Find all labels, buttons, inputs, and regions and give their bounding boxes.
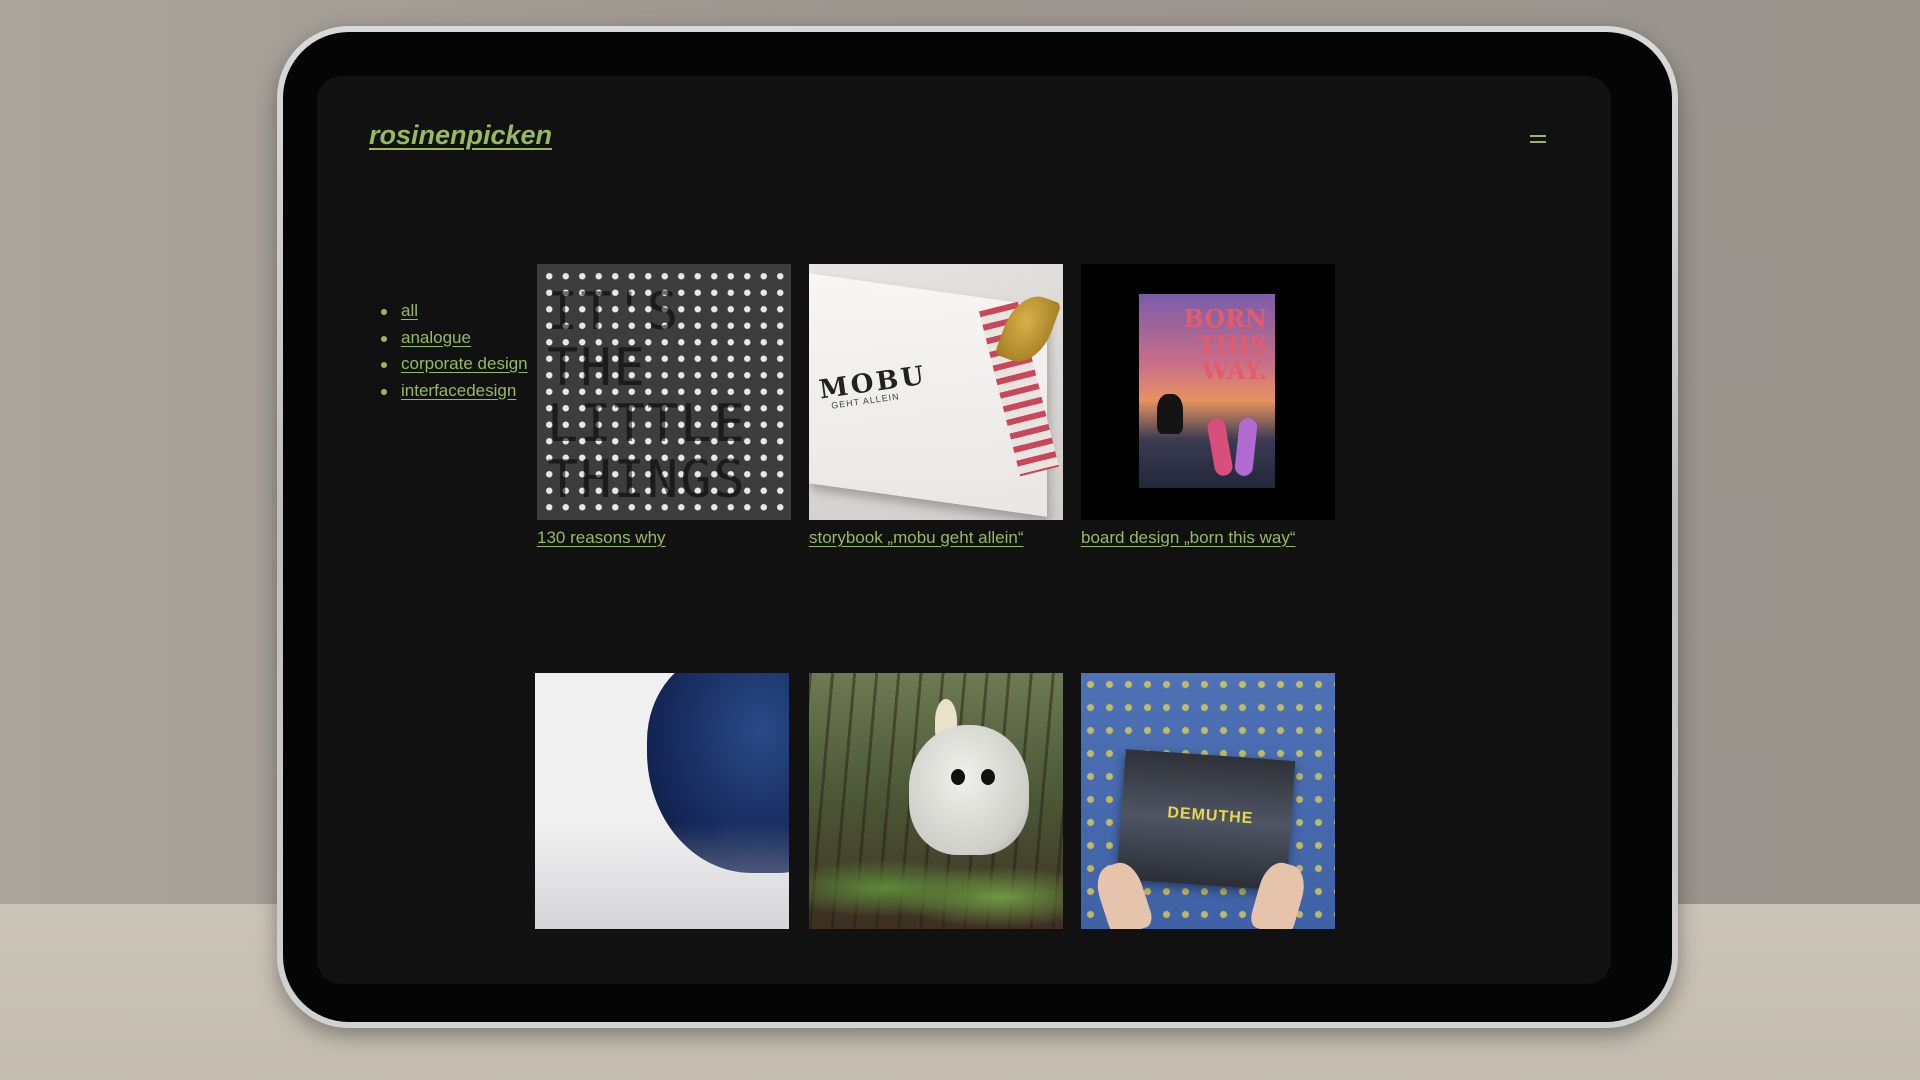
plush-toy <box>909 725 1029 855</box>
held-poster-title: DEMUTHE <box>1166 804 1254 828</box>
filter-link-interfacedesign[interactable]: interfacedesign <box>401 381 516 400</box>
filter-item-interfacedesign: interfacedesign <box>379 378 528 405</box>
hamburger-menu-icon[interactable] <box>1529 132 1547 146</box>
skateboard-shape <box>1206 416 1234 478</box>
project-card-4 <box>535 673 789 929</box>
project-thumbnail[interactable]: DEMUTHE <box>1081 673 1335 929</box>
shade-overlay <box>535 823 789 929</box>
project-card-130-reasons-why: IT'S THE LITTLE THINGS 130 reasons why <box>537 264 791 548</box>
site-logo[interactable]: rosinenpicken <box>369 120 552 151</box>
filter-link-all[interactable]: all <box>401 301 418 320</box>
bullet-icon <box>381 309 387 315</box>
poster-image: BORN THIS WAY. <box>1139 294 1275 488</box>
thumbnail-ghost-text: IT'S THE LITTLE THINGS <box>547 282 747 510</box>
plush-eye <box>951 769 965 785</box>
bullet-icon <box>381 335 387 342</box>
project-card-6: DEMUTHE <box>1081 673 1335 929</box>
project-card-storybook-mobu: MOBU GEHT ALLEIN storybook „mobu geht al… <box>809 264 1063 548</box>
bullet-icon <box>381 362 387 368</box>
poster-title: BORN THIS WAY. <box>1183 304 1267 385</box>
tablet-bezel: rosinenpicken all analogue corporate des… <box>283 32 1672 1022</box>
project-thumbnail[interactable] <box>535 673 789 929</box>
category-filter-list: all analogue corporate design interfaced… <box>379 298 528 404</box>
menu-line-top <box>1530 135 1546 137</box>
project-card-5 <box>809 673 1063 929</box>
project-link[interactable]: storybook „mobu geht allein“ <box>809 528 1063 548</box>
screen: rosinenpicken all analogue corporate des… <box>317 76 1611 984</box>
skater-silhouette <box>1157 394 1183 434</box>
filter-link-corporate-design[interactable]: corporate design <box>401 354 528 373</box>
filter-item-all: all <box>379 298 528 325</box>
bullet-icon <box>381 388 387 395</box>
menu-line-bottom <box>1530 141 1546 143</box>
foliage <box>809 843 1063 929</box>
project-thumbnail[interactable]: MOBU GEHT ALLEIN <box>809 264 1063 520</box>
project-thumbnail[interactable]: BORN THIS WAY. <box>1081 264 1335 520</box>
project-link[interactable]: 130 reasons why <box>537 528 791 548</box>
tablet-device: rosinenpicken all analogue corporate des… <box>277 26 1678 1028</box>
project-link[interactable]: board design „born this way“ <box>1081 528 1335 548</box>
project-thumbnail[interactable]: IT'S THE LITTLE THINGS <box>537 264 791 520</box>
project-thumbnail[interactable] <box>809 673 1063 929</box>
project-card-board-design: BORN THIS WAY. board design „born this w… <box>1081 264 1335 548</box>
filter-link-analogue[interactable]: analogue <box>401 328 471 347</box>
skateboard-shape <box>1234 417 1258 477</box>
plush-eye <box>981 769 995 785</box>
filter-item-corporate-design: corporate design <box>379 351 528 378</box>
filter-item-analogue: analogue <box>379 325 528 352</box>
